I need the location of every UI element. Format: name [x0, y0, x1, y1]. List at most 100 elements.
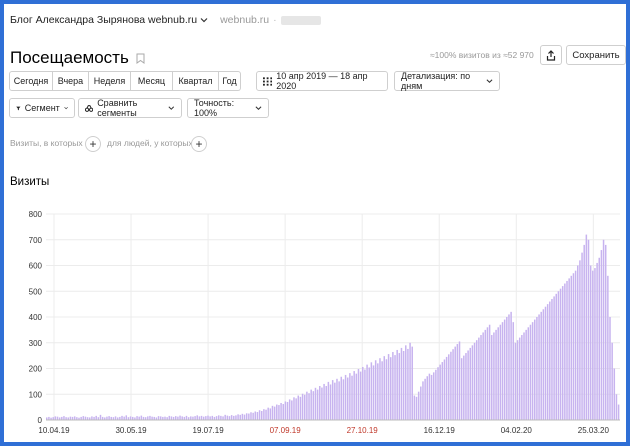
chart-bar [394, 355, 396, 420]
chart-bar [256, 412, 259, 420]
chart-bar [385, 359, 388, 420]
chart-bar [271, 405, 274, 420]
chart-bar [544, 306, 547, 420]
chart-bar [402, 350, 405, 420]
save-button[interactable]: Сохранить [566, 45, 626, 65]
chart-bar [383, 356, 386, 420]
chart-bar [594, 268, 596, 420]
chart-bar [84, 416, 87, 420]
detail-dropdown[interactable]: Детализация: по дням [394, 71, 500, 91]
chart-bar [121, 415, 123, 420]
separator-dot: · [273, 14, 277, 26]
chevron-down-icon[interactable] [200, 16, 208, 24]
calendar-icon [263, 76, 273, 86]
x-tick-label: 07.09.19 [270, 426, 302, 435]
add-people-filter-button[interactable]: + [191, 136, 207, 152]
chart-bar [411, 346, 413, 420]
chart-bar [531, 322, 534, 420]
chart-bar [293, 397, 295, 420]
period-selector: Сегодня Вчера Неделя Месяц Квартал Год [9, 71, 241, 91]
chart-bar [56, 416, 59, 420]
chart-bar [430, 374, 433, 420]
chart-bar [228, 416, 231, 420]
chart-bar [297, 395, 300, 420]
chart-bar [609, 317, 611, 420]
chart-bar [480, 335, 482, 420]
chart-bar [136, 416, 138, 420]
period-week[interactable]: Неделя [89, 71, 131, 91]
chart-bar [114, 416, 117, 420]
chart-bar [205, 416, 207, 420]
segment-dropdown[interactable]: Сегмент [9, 98, 75, 118]
chart-bar [364, 369, 366, 420]
y-tick-label: 600 [29, 262, 43, 271]
period-yesterday[interactable]: Вчера [53, 71, 89, 91]
chart-bar [123, 416, 125, 420]
y-tick-label: 0 [38, 416, 43, 425]
chart-bar [473, 342, 476, 420]
chart-bar [540, 311, 542, 420]
chart-bar [527, 327, 530, 420]
y-tick-label: 200 [29, 365, 43, 374]
chart-bar [445, 356, 448, 420]
bookmark-icon[interactable] [136, 53, 145, 64]
chart-bar [604, 244, 607, 420]
export-button[interactable] [540, 45, 562, 65]
chart-bar [512, 322, 515, 420]
chart-bar [239, 414, 241, 420]
date-range-label: 10 апр 2019 — 18 апр 2020 [276, 71, 368, 91]
chart-bar [250, 412, 252, 420]
chart-bar [372, 365, 375, 420]
accuracy-dropdown[interactable]: Точность: 100% [187, 98, 269, 118]
chart-bar [334, 382, 336, 420]
chart-bar [508, 314, 510, 420]
chart-bar [559, 288, 562, 420]
period-month[interactable]: Месяц [131, 71, 173, 91]
y-tick-label: 800 [29, 210, 43, 219]
chart-bar [129, 416, 132, 420]
chart-bar [553, 296, 555, 420]
period-today[interactable]: Сегодня [9, 71, 53, 91]
chart-bar [252, 412, 254, 420]
chart-bar [534, 319, 536, 420]
period-quarter[interactable]: Квартал [173, 71, 219, 91]
chart-bar [207, 415, 209, 420]
date-range-picker[interactable]: 10 апр 2019 — 18 апр 2020 [256, 71, 388, 91]
chart-bar [224, 414, 226, 420]
chart-bar [69, 416, 72, 420]
chart-bar [346, 377, 349, 420]
chart-bar [357, 369, 360, 420]
chart-bar [398, 353, 401, 420]
chart-bar [486, 327, 489, 420]
period-year[interactable]: Год [219, 71, 241, 91]
chart-bar [488, 324, 491, 420]
chart-bar [566, 280, 568, 420]
chart-bar [574, 270, 577, 420]
chart-bar [99, 414, 102, 420]
chart-bar [613, 368, 616, 420]
chart-bar [106, 416, 108, 420]
y-tick-label: 100 [29, 390, 43, 399]
chart-bar [299, 396, 302, 420]
compare-segments-dropdown[interactable]: Сравнить сегменты [78, 98, 182, 118]
chart-bar [190, 416, 192, 420]
add-visit-filter-button[interactable]: + [85, 136, 101, 152]
chart-bar [392, 352, 394, 420]
header-bar: Блог Александра Зырянова webnub.ru webnu… [10, 12, 321, 28]
chart-bar [579, 260, 581, 420]
chart-bar [140, 415, 143, 420]
chart-bar [506, 317, 508, 420]
chart-bar [592, 270, 594, 420]
chart-bar [555, 293, 558, 420]
chart-bar [149, 415, 151, 420]
chart-bar [308, 393, 310, 420]
chart-bar [514, 342, 517, 420]
chart-bar [387, 354, 390, 420]
chart-bar [192, 416, 194, 420]
chart-bar [437, 367, 439, 420]
chart-bar [542, 309, 545, 420]
chart-bar [568, 278, 570, 420]
chart-bar [420, 386, 422, 420]
chart-bar [125, 415, 128, 420]
site-selector[interactable]: Блог Александра Зырянова webnub.ru [10, 14, 197, 26]
